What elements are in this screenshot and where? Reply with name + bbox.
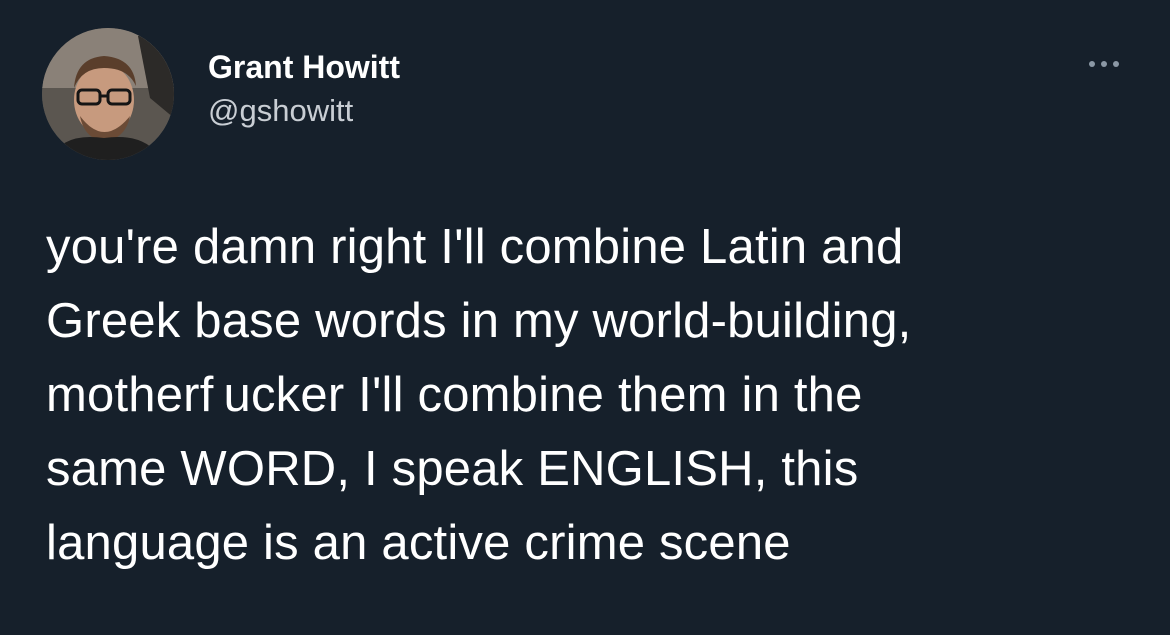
more-options-button[interactable] (1082, 58, 1126, 70)
tweet-card: Grant Howitt @gshowitt you're damn right… (0, 0, 1170, 635)
author-avatar[interactable] (42, 28, 174, 160)
profile-photo-icon (42, 28, 174, 160)
author-display-name[interactable]: Grant Howitt (208, 47, 400, 87)
tweet-text-line: Greek base words in my world-building, (46, 294, 912, 348)
author-info: Grant Howitt @gshowitt (208, 47, 400, 131)
author-handle[interactable]: @gshowitt (208, 91, 400, 131)
tweet-text-line: you're damn right I'll combine Latin and (46, 220, 904, 274)
more-dot-icon (1089, 61, 1095, 67)
tweet-text-line: motherf ucker I'll combine them in the (46, 368, 863, 422)
more-dot-icon (1113, 61, 1119, 67)
tweet-text-line: language is an active crime scene (46, 516, 791, 570)
tweet-text-line: same WORD, I speak ENGLISH, this (46, 442, 859, 496)
tweet-text: you're damn right I'll combine Latin and… (46, 210, 1136, 580)
more-dot-icon (1101, 61, 1107, 67)
